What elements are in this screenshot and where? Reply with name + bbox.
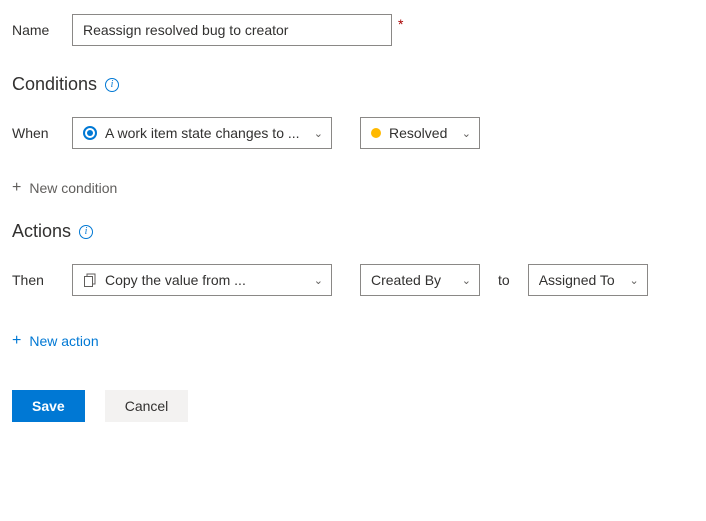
- plus-icon: +: [12, 332, 21, 350]
- state-dot-icon: [371, 128, 381, 138]
- conditions-heading: Conditions: [12, 74, 97, 95]
- condition-state-value: Resolved: [389, 125, 447, 141]
- add-action-label: New action: [29, 333, 98, 349]
- cancel-button[interactable]: Cancel: [105, 390, 189, 422]
- required-indicator: *: [398, 16, 403, 32]
- add-condition-label: New condition: [29, 180, 117, 196]
- to-label: to: [498, 272, 510, 288]
- when-row: When A work item state changes to ... ⌄ …: [12, 117, 694, 149]
- chevron-down-icon: ⌄: [629, 274, 638, 287]
- footer: Save Cancel: [12, 390, 694, 422]
- action-type-value: Copy the value from ...: [105, 272, 246, 288]
- add-action-button[interactable]: + New action: [12, 332, 694, 350]
- chevron-down-icon: ⌄: [314, 127, 323, 140]
- action-to-value: Assigned To: [539, 272, 620, 288]
- info-icon[interactable]: i: [105, 78, 119, 92]
- radio-icon: [83, 126, 97, 140]
- add-condition-button[interactable]: + New condition: [12, 179, 694, 197]
- copy-icon: [83, 273, 97, 287]
- name-row: Name *: [12, 14, 694, 46]
- then-label: Then: [12, 272, 72, 288]
- chevron-down-icon: ⌄: [314, 274, 323, 287]
- condition-trigger-dropdown[interactable]: A work item state changes to ... ⌄: [72, 117, 332, 149]
- info-icon[interactable]: i: [79, 225, 93, 239]
- then-row: Then Copy the value from ... ⌄ Created B…: [12, 264, 694, 296]
- condition-trigger-value: A work item state changes to ...: [105, 125, 300, 141]
- condition-state-dropdown[interactable]: Resolved ⌄: [360, 117, 480, 149]
- chevron-down-icon: ⌄: [462, 274, 471, 287]
- name-label: Name: [12, 22, 72, 38]
- when-label: When: [12, 125, 72, 141]
- action-to-dropdown[interactable]: Assigned To ⌄: [528, 264, 648, 296]
- plus-icon: +: [12, 179, 21, 197]
- action-type-dropdown[interactable]: Copy the value from ... ⌄: [72, 264, 332, 296]
- action-from-dropdown[interactable]: Created By ⌄: [360, 264, 480, 296]
- name-input[interactable]: [72, 14, 392, 46]
- actions-heading: Actions: [12, 221, 71, 242]
- chevron-down-icon: ⌄: [462, 127, 471, 140]
- save-button[interactable]: Save: [12, 390, 85, 422]
- action-from-value: Created By: [371, 272, 452, 288]
- actions-heading-row: Actions i: [12, 221, 694, 242]
- conditions-heading-row: Conditions i: [12, 74, 694, 95]
